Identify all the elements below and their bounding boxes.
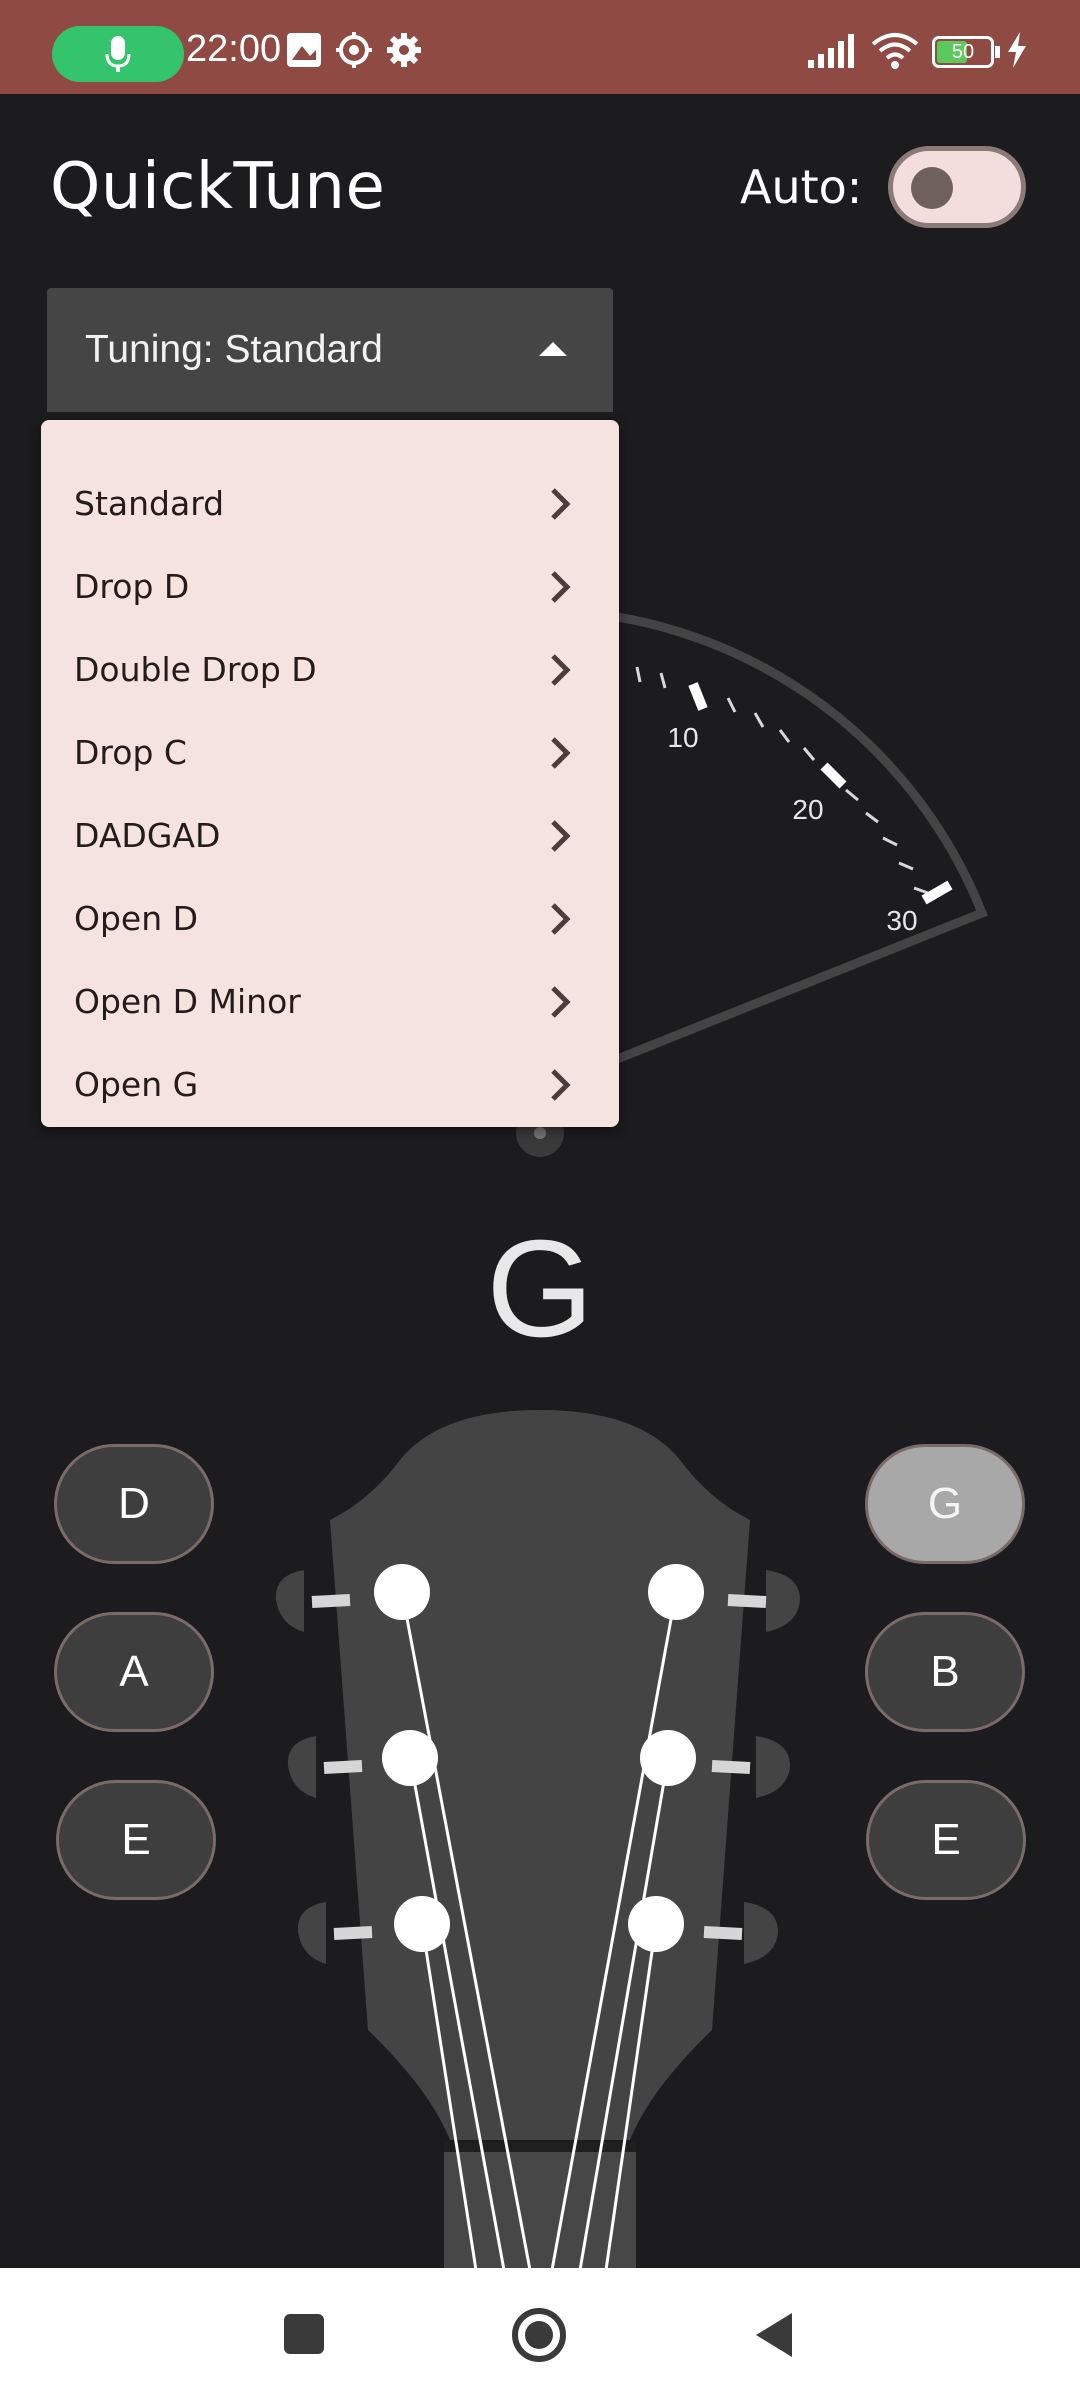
chevron-right-icon xyxy=(551,1069,571,1101)
menu-item-drop-d[interactable]: Drop D xyxy=(41,545,619,628)
chevron-right-icon xyxy=(551,820,571,852)
gauge-minor-ticks xyxy=(635,666,929,895)
string-button-g[interactable]: G xyxy=(865,1444,1025,1564)
menu-item-open-d-minor[interactable]: Open D Minor xyxy=(41,960,619,1043)
menu-item-label: Double Drop D xyxy=(74,650,317,689)
menu-item-standard[interactable]: Standard xyxy=(41,462,619,545)
string-button-high-e[interactable]: E xyxy=(866,1780,1026,1900)
system-nav-bar xyxy=(0,2268,1080,2400)
current-note: G xyxy=(486,1212,594,1366)
chevron-right-icon xyxy=(551,488,571,520)
gauge-label-30: 30 xyxy=(886,905,917,936)
menu-item-label: Open D xyxy=(74,899,199,938)
chevron-right-icon xyxy=(551,654,571,686)
menu-item-open-d[interactable]: Open D xyxy=(41,877,619,960)
menu-item-label: Open G xyxy=(74,1065,199,1104)
home-icon[interactable] xyxy=(510,2306,568,2364)
menu-item-label: DADGAD xyxy=(74,816,221,855)
string-button-b[interactable]: B xyxy=(865,1612,1025,1732)
menu-item-drop-c[interactable]: Drop C xyxy=(41,711,619,794)
menu-item-double-drop-d[interactable]: Double Drop D xyxy=(41,628,619,711)
menu-item-label: Standard xyxy=(74,484,225,523)
menu-item-open-g[interactable]: Open G xyxy=(41,1043,619,1126)
recents-icon[interactable] xyxy=(282,2312,326,2356)
tuning-select-value: Tuning: Standard xyxy=(85,328,383,371)
chevron-right-icon xyxy=(551,737,571,769)
chevron-up-icon xyxy=(539,342,567,356)
menu-item-label: Open D Minor xyxy=(74,982,301,1021)
gauge-label-20: 20 xyxy=(792,794,823,825)
menu-item-dadgad[interactable]: DADGAD xyxy=(41,794,619,877)
string-button-a[interactable]: A xyxy=(54,1612,214,1732)
back-icon[interactable] xyxy=(752,2310,796,2360)
string-button-d[interactable]: D xyxy=(54,1444,214,1564)
menu-item-label: Drop C xyxy=(74,733,187,772)
tuning-select[interactable]: Tuning: Standard xyxy=(47,288,613,412)
chevron-right-icon xyxy=(551,903,571,935)
gauge-label-10: 10 xyxy=(667,722,698,753)
string-button-low-e[interactable]: E xyxy=(56,1780,216,1900)
chevron-right-icon xyxy=(551,986,571,1018)
menu-item-label: Drop D xyxy=(74,567,190,606)
tuning-dropdown-menu: Standard Drop D Double Drop D Drop C DAD… xyxy=(41,420,619,1127)
chevron-right-icon xyxy=(551,571,571,603)
